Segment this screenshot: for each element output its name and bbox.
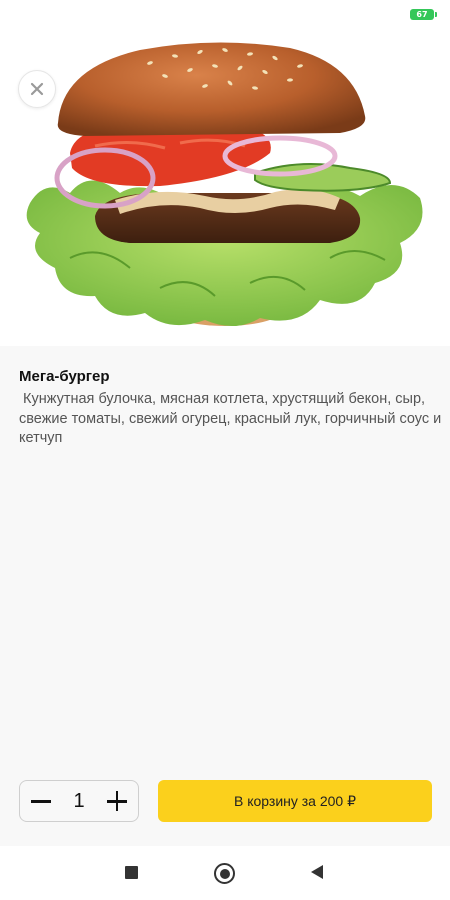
circle-icon[interactable] xyxy=(214,863,235,884)
decrease-quantity-button[interactable] xyxy=(30,790,52,812)
battery-level: 67 xyxy=(416,10,428,19)
system-nav-bar xyxy=(0,846,450,900)
action-bar: 1 В корзину за 200 ₽ xyxy=(0,766,450,846)
product-image-area xyxy=(0,28,450,346)
product-image xyxy=(26,42,423,327)
close-button[interactable] xyxy=(18,70,56,108)
triangle-back-icon[interactable] xyxy=(311,865,323,879)
close-icon xyxy=(30,82,44,96)
add-to-cart-label: В корзину за 200 ₽ xyxy=(233,792,357,809)
product-details: Мега-бургер Кунжутная булочка, мясная ко… xyxy=(0,346,450,766)
square-icon[interactable] xyxy=(125,866,138,879)
minus-icon xyxy=(31,800,51,803)
quantity-stepper: 1 xyxy=(19,780,139,822)
add-to-cart-button[interactable]: В корзину за 200 ₽ xyxy=(158,780,432,822)
status-bar: 67 xyxy=(0,0,450,28)
increase-quantity-button[interactable] xyxy=(106,790,128,812)
product-title: Мега-бургер xyxy=(19,368,110,385)
quantity-value: 1 xyxy=(73,789,85,812)
product-description: Кунжутная булочка, мясная котлета, хруст… xyxy=(19,391,446,446)
battery-icon: 67 xyxy=(410,9,437,20)
